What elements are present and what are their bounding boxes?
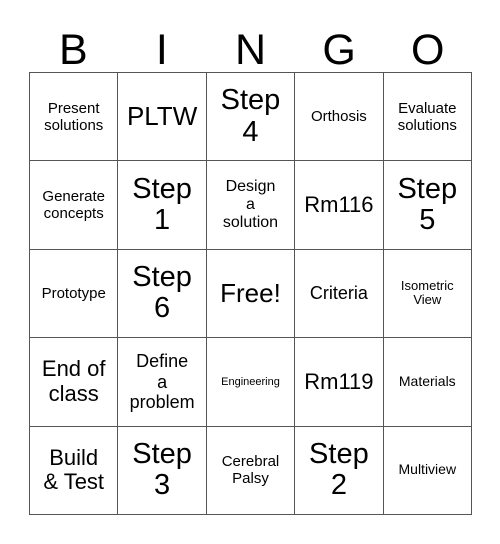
- bingo-cell-label: End of class: [41, 356, 106, 406]
- bingo-cell-label: Present solutions: [44, 99, 104, 134]
- bingo-cell-label: Free!: [220, 278, 281, 309]
- bingo-header-letter-0: B: [58, 26, 88, 74]
- bingo-grid: Present solutions PLTW Step 4 Orthosis Evalu…: [29, 72, 472, 515]
- bingo-cell-r1-c4[interactable]: Orthosis: [295, 73, 384, 162]
- bingo-cell-r4-c4[interactable]: Rm119: [295, 338, 384, 427]
- bingo-header-letter-1: I: [155, 26, 168, 74]
- bingo-cell-label: Step 4: [220, 84, 281, 148]
- bingo-card: B I N G O Present solutions PLTW Step 4 Orthosi…: [0, 0, 500, 544]
- bingo-cell-label: Step 6: [132, 261, 192, 325]
- bingo-cell-r2-c1[interactable]: Generate concepts: [30, 161, 119, 250]
- bingo-cell-r3-c1[interactable]: Prototype: [30, 249, 119, 339]
- bingo-cell-label: Prototype: [41, 284, 106, 302]
- bingo-cell-label: Criteria: [309, 283, 368, 304]
- bingo-cell-label: Rm119: [304, 368, 374, 394]
- bingo-header: BINGO: [29, 14, 472, 72]
- bingo-header-letter-3: G: [322, 26, 356, 74]
- bingo-cell-label: Step 2: [309, 437, 369, 502]
- bingo-cell-r2-c3[interactable]: Design a solution: [206, 161, 296, 250]
- bingo-cell-r3-c2[interactable]: Step 6: [118, 249, 207, 339]
- bingo-cell-label: Evaluate solutions: [397, 99, 457, 134]
- bingo-cell-r3-c3[interactable]: Free!: [206, 249, 296, 339]
- bingo-cell-r2-c5[interactable]: Step 5: [383, 161, 472, 250]
- bingo-cell-r1-c3[interactable]: Step 4: [206, 73, 296, 162]
- bingo-cell-label: Orthosis: [310, 108, 367, 126]
- bingo-cell-r4-c2[interactable]: Define a problem: [118, 338, 207, 427]
- bingo-cell-r1-c1[interactable]: Present solutions: [30, 73, 119, 162]
- bingo-cell-r3-c5[interactable]: Isometric View: [383, 249, 472, 339]
- bingo-cell-r2-c2[interactable]: Step 1: [118, 161, 207, 250]
- bingo-cell-label: Step 5: [397, 172, 458, 237]
- bingo-cell-r5-c3[interactable]: Cerebral Palsy: [206, 426, 296, 515]
- bingo-cell-r2-c4[interactable]: Rm116: [295, 161, 384, 250]
- bingo-cell-label: Cerebral Palsy: [221, 453, 280, 488]
- bingo-header-letter-2: N: [234, 26, 267, 74]
- bingo-cell-label: Design a solution: [222, 177, 279, 232]
- bingo-cell-r5-c2[interactable]: Step 3: [118, 426, 207, 515]
- bingo-cell-label: PLTW: [126, 101, 198, 132]
- bingo-header-letter-4: O: [410, 26, 445, 74]
- bingo-cell-label: Rm116: [304, 191, 374, 217]
- bingo-cell-label: Materials: [398, 373, 456, 390]
- bingo-cell-label: Engineering: [221, 375, 280, 388]
- bingo-cell-r3-c4[interactable]: Criteria: [295, 249, 384, 339]
- bingo-cell-r5-c1[interactable]: Build & Test: [30, 426, 119, 515]
- bingo-cell-r4-c5[interactable]: Materials: [383, 338, 472, 427]
- bingo-cell-label: Build & Test: [43, 444, 105, 495]
- bingo-cell-r5-c4[interactable]: Step 2: [295, 426, 384, 515]
- bingo-cell-label: Step 3: [132, 437, 192, 502]
- bingo-cell-r5-c5[interactable]: Multiview: [383, 426, 472, 515]
- bingo-cell-label: Step 1: [132, 172, 192, 237]
- bingo-cell-r4-c3[interactable]: Engineering: [206, 338, 296, 427]
- bingo-cell-label: Generate concepts: [42, 188, 105, 223]
- bingo-cell-r4-c1[interactable]: End of class: [30, 338, 119, 427]
- bingo-cell-label: Isometric View: [400, 277, 454, 308]
- bingo-cell-r1-c5[interactable]: Evaluate solutions: [383, 73, 472, 162]
- bingo-cell-r1-c2[interactable]: PLTW: [118, 73, 207, 162]
- bingo-cell-label: Multiview: [398, 461, 457, 478]
- bingo-cell-label: Define a problem: [129, 351, 195, 413]
